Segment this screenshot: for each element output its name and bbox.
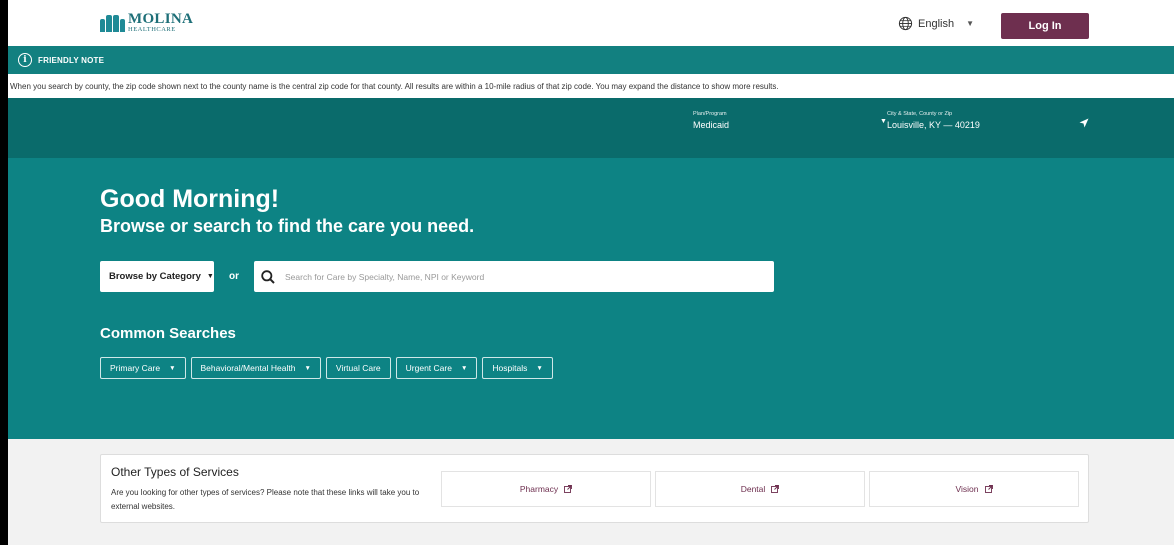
chevron-down-icon[interactable]: ▼ — [880, 118, 887, 125]
dental-link-label: Dental — [740, 484, 766, 494]
vision-link[interactable]: Vision — [869, 471, 1079, 507]
dental-link[interactable]: Dental — [655, 471, 865, 507]
friendly-note-text: When you search by county, the zip code … — [8, 74, 1174, 98]
plan-program-value: Medicaid — [693, 120, 730, 130]
friendly-note-bar: i FRIENDLY NOTE — [8, 46, 1174, 74]
browse-by-category-label: Browse by Category — [109, 271, 201, 282]
friendly-note-title: FRIENDLY NOTE — [38, 55, 105, 65]
common-search-virtual-care[interactable]: Virtual Care — [325, 357, 391, 379]
language-label: English — [918, 17, 955, 30]
plan-program-label: Plan/Program — [693, 111, 727, 117]
chevron-down-icon: ▼ — [206, 273, 214, 280]
chip-label: Primary Care — [110, 363, 161, 373]
or-label: or — [229, 271, 239, 282]
other-services-description: Are you looking for other types of servi… — [111, 488, 420, 511]
window-frame: MOLINA HEALTHCARE English ▼ Log In i FRI… — [0, 0, 1174, 545]
other-services-title: Other Types of Services — [111, 465, 239, 479]
chevron-down-icon: ▼ — [169, 364, 176, 372]
chevron-down-icon: ▼ — [304, 364, 311, 372]
search-icon — [261, 269, 275, 284]
chip-label: Virtual Care — [335, 363, 381, 373]
logo-sub: HEALTHCARE — [128, 26, 176, 34]
chip-label: Hospitals — [492, 363, 528, 373]
search-box[interactable] — [254, 261, 774, 292]
header: MOLINA HEALTHCARE English ▼ Log In — [8, 0, 1174, 46]
hero-subheading: Browse or search to find the care you ne… — [100, 216, 475, 236]
vision-link-label: Vision — [955, 484, 979, 494]
info-icon: i — [18, 53, 32, 67]
search-input[interactable] — [285, 271, 755, 282]
plan-location-bar: Plan/Program Medicaid ▼ City & State, Co… — [8, 98, 1174, 158]
greeting-title: Good Morning! — [100, 185, 280, 213]
plan-program-select[interactable]: Plan/Program Medicaid — [693, 111, 729, 130]
location-value: Louisville, KY — 40219 — [887, 120, 980, 130]
common-searches-title: Common Searches — [100, 325, 236, 342]
common-search-urgent-care[interactable]: Urgent Care ▼ — [395, 357, 478, 379]
molina-logo[interactable]: MOLINA HEALTHCARE — [100, 10, 193, 36]
pharmacy-link[interactable]: Pharmacy — [441, 471, 651, 507]
external-link-icon — [564, 485, 573, 493]
common-search-behavioral-health[interactable]: Behavioral/Mental Health ▼ — [190, 357, 321, 379]
other-services-card: Other Types of Services Are you looking … — [100, 454, 1089, 523]
location-label: City & State, County or Zip — [887, 111, 953, 117]
common-search-primary-care[interactable]: Primary Care ▼ — [100, 357, 186, 379]
external-link-icon — [771, 485, 780, 493]
login-button[interactable]: Log In — [1001, 13, 1089, 39]
location-arrow-icon[interactable] — [1079, 118, 1089, 128]
external-link-icon — [984, 485, 993, 493]
browse-by-category-button[interactable]: Browse by Category ▼ — [100, 261, 214, 292]
logo-people-icon — [100, 14, 125, 32]
chevron-down-icon: ▼ — [460, 364, 468, 372]
hero-section: Good Morning! Browse or search to find t… — [8, 158, 1174, 439]
chevron-down-icon: ▼ — [536, 364, 543, 372]
common-search-hospitals[interactable]: Hospitals ▼ — [482, 357, 553, 379]
chip-label: Behavioral/Mental Health — [200, 363, 296, 373]
pharmacy-link-label: Pharmacy — [519, 484, 559, 494]
page: MOLINA HEALTHCARE English ▼ Log In i FRI… — [8, 0, 1174, 545]
language-selector[interactable]: English ▼ — [898, 16, 974, 31]
logo-name: MOLINA — [128, 11, 194, 28]
common-searches-list: Primary Care ▼ Behavioral/Mental Health … — [100, 357, 553, 379]
chip-label: Urgent Care — [405, 363, 452, 373]
location-input[interactable]: City & State, County or Zip Louisville, … — [887, 111, 980, 130]
globe-icon — [898, 16, 913, 31]
chevron-down-icon: ▼ — [966, 19, 974, 28]
